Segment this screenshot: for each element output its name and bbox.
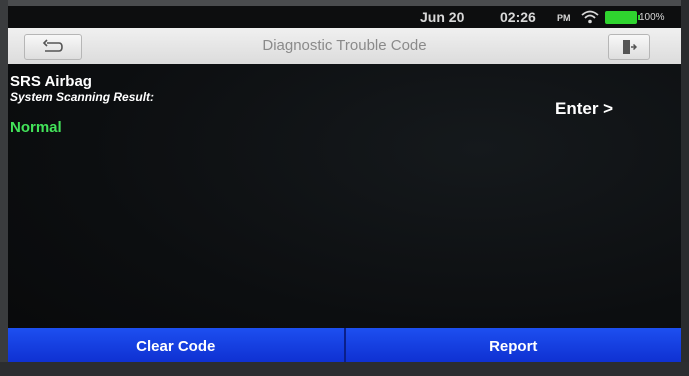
scan-result-value: Normal: [10, 119, 62, 136]
back-arrow-icon: [42, 39, 63, 52]
battery-percentage: 100%: [639, 12, 665, 23]
enter-button[interactable]: Enter >: [555, 99, 613, 119]
bottom-action-bar: Clear Code Report: [8, 328, 681, 364]
exit-button[interactable]: [608, 34, 650, 60]
wifi-icon: [581, 10, 599, 24]
report-button[interactable]: Report: [345, 328, 681, 364]
device-bezel-bottom: [0, 362, 689, 376]
clear-code-button[interactable]: Clear Code: [8, 328, 346, 364]
status-date: Jun 20: [420, 9, 465, 25]
exit-door-icon: [623, 40, 637, 54]
battery-icon: [605, 11, 640, 24]
status-bar: Jun 20 02:26 PM 100%: [8, 6, 681, 28]
back-button[interactable]: [24, 34, 82, 60]
device-bezel-left: [0, 0, 8, 376]
title-bar: Diagnostic Trouble Code: [8, 28, 681, 64]
page-title: Diagnostic Trouble Code: [262, 37, 427, 54]
status-ampm: PM: [557, 13, 571, 23]
device-bezel-right: [681, 0, 689, 376]
system-name: SRS Airbag: [10, 73, 92, 90]
scan-result-label: System Scanning Result:: [10, 90, 155, 104]
status-time: 02:26: [500, 9, 536, 25]
device-screen: Jun 20 02:26 PM 100% Diagnostic Trouble …: [8, 6, 681, 364]
